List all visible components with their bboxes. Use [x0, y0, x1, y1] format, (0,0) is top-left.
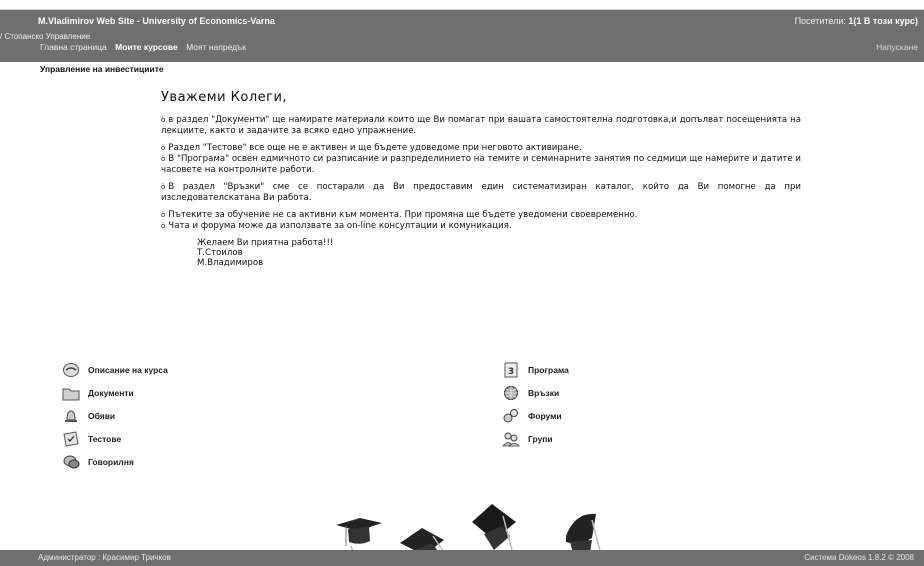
nav-my-courses[interactable]: Моите курсове — [115, 42, 178, 52]
bullet-icon: ò — [161, 211, 166, 219]
intro-text: в раздел "Документи" ще намирате материа… — [161, 115, 801, 136]
bullet-icon: ò — [161, 222, 166, 230]
tool-label: Говорилня — [88, 457, 134, 467]
svg-text:3: 3 — [508, 367, 514, 377]
graduation-cap-icon — [472, 504, 516, 551]
course-introduction: Уважеми Колеги, òв раздел "Документи" ще… — [161, 90, 801, 268]
folder-icon — [62, 388, 80, 401]
forum-icon — [503, 409, 518, 423]
signature-line: Желаем Ви приятна работа!!! — [197, 238, 334, 248]
tool-label: Обяви — [88, 411, 116, 421]
tool-label: Връзки — [528, 388, 560, 398]
chat-icon — [63, 455, 80, 469]
signature: Желаем Ви приятна работа!!! Т.Стоилов М.… — [197, 238, 801, 268]
site-title[interactable]: M.Vladimirov Web Site - University of Ec… — [38, 16, 275, 26]
main-nav: Главна страница Моите курсове Моят напре… — [40, 42, 252, 52]
intro-text: Чата и форума може да използвате за on-l… — [168, 221, 512, 231]
bullet-icon: ò — [161, 116, 166, 124]
bullet-icon: ò — [161, 155, 166, 163]
signature-line: Т.Стоилов — [197, 248, 243, 258]
top-strip — [0, 0, 924, 10]
intro-paragraph: ò Раздел "Тестове" все още не е активен и… — [161, 143, 801, 176]
signature-line: М.Владимиров — [197, 258, 264, 268]
admin-info[interactable]: Администратор : Красимир Тричков — [38, 553, 171, 562]
bell-icon — [65, 410, 77, 422]
tool-label: Групи — [528, 434, 553, 444]
tool-label: Форуми — [528, 411, 562, 421]
greeting: Уважеми Колеги, — [161, 90, 288, 105]
nav-home[interactable]: Главна страница — [40, 42, 107, 52]
tool-label: Програма — [528, 365, 569, 375]
intro-paragraph: òВ раздел "Връзки" сме се постарали да В… — [161, 182, 801, 204]
bullet-icon: ò — [161, 144, 166, 152]
tool-label: Документи — [88, 388, 134, 398]
groups-icon — [502, 432, 520, 447]
program-icon: 3 — [504, 362, 518, 378]
globe-icon — [504, 386, 518, 400]
visitors-label: Посетители: — [794, 16, 849, 26]
system-info[interactable]: Система Dokeos 1.8.2 © 2008 — [804, 553, 914, 562]
visitors-value: 1(1 В този курс) — [848, 16, 918, 26]
visitors-counter: Посетители: 1(1 В този курс) — [795, 16, 918, 26]
bullet-icon: ò — [161, 183, 166, 191]
nav-my-progress[interactable]: Моят напредък — [186, 42, 246, 52]
tests-icon — [63, 431, 79, 447]
breadcrumb[interactable]: / Стопанско Управление — [0, 32, 90, 41]
logout-link[interactable]: Напускане — [876, 42, 918, 52]
course-description-icon — [63, 363, 79, 377]
course-title[interactable]: Управление на инвестициите — [40, 64, 164, 74]
intro-text: В раздел "Връзки" сме се постарали да Ви… — [161, 182, 801, 203]
tool-label: Описание на курса — [88, 365, 168, 375]
intro-text: Пътеките за обучение не са активни към м… — [168, 210, 638, 220]
header-bar: M.Vladimirov Web Site - University of Ec… — [0, 10, 924, 62]
intro-paragraph: òв раздел "Документи" ще намирате матери… — [161, 115, 801, 137]
tool-label: Тестове — [88, 434, 122, 444]
intro-text: Раздел "Тестове" все още не е активен и … — [168, 143, 582, 153]
footer-bar: Администратор : Красимир Тричков Система… — [0, 550, 924, 566]
intro-text: В "Програма" освен едмичното си разписан… — [161, 154, 801, 175]
intro-paragraph: ò Пътеките за обучение не са активни към … — [161, 210, 801, 232]
